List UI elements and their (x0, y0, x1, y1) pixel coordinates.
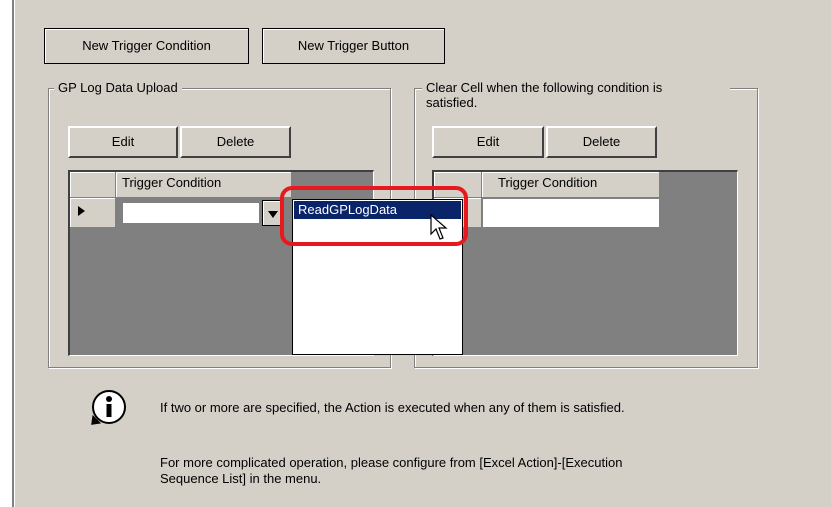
left-edit-button[interactable]: Edit (68, 126, 178, 158)
left-grid-corner (70, 172, 116, 198)
new-trigger-condition-button[interactable]: New Trigger Condition (44, 28, 249, 64)
left-column-header[interactable]: Trigger Condition (116, 172, 292, 198)
mouse-pointer-icon (430, 214, 448, 240)
right-column-header[interactable]: Trigger Condition (482, 172, 660, 198)
info-note-line3: Sequence List] in the menu. (160, 471, 322, 486)
right-edit-button[interactable]: Edit (432, 126, 544, 158)
right-trigger-condition-input[interactable] (482, 198, 660, 228)
new-trigger-button-button[interactable]: New Trigger Button (262, 28, 445, 64)
clear-cell-legend-line1: Clear Cell when the following condition … (426, 80, 663, 95)
row-pointer-icon (78, 206, 85, 216)
chevron-down-icon (268, 211, 278, 218)
left-row-selector[interactable] (70, 198, 116, 228)
clear-cell-legend-line2: satisfied. (426, 95, 478, 110)
gp-log-data-upload-legend: GP Log Data Upload (54, 80, 182, 95)
left-delete-button[interactable]: Delete (180, 126, 291, 158)
right-delete-button[interactable]: Delete (546, 126, 657, 158)
info-note-line1: If two or more are specified, the Action… (160, 400, 625, 415)
left-trigger-condition-input[interactable] (122, 202, 260, 224)
info-note-line2: For more complicated operation, please c… (160, 455, 623, 470)
clear-cell-legend: Clear Cell when the following condition … (422, 80, 730, 110)
